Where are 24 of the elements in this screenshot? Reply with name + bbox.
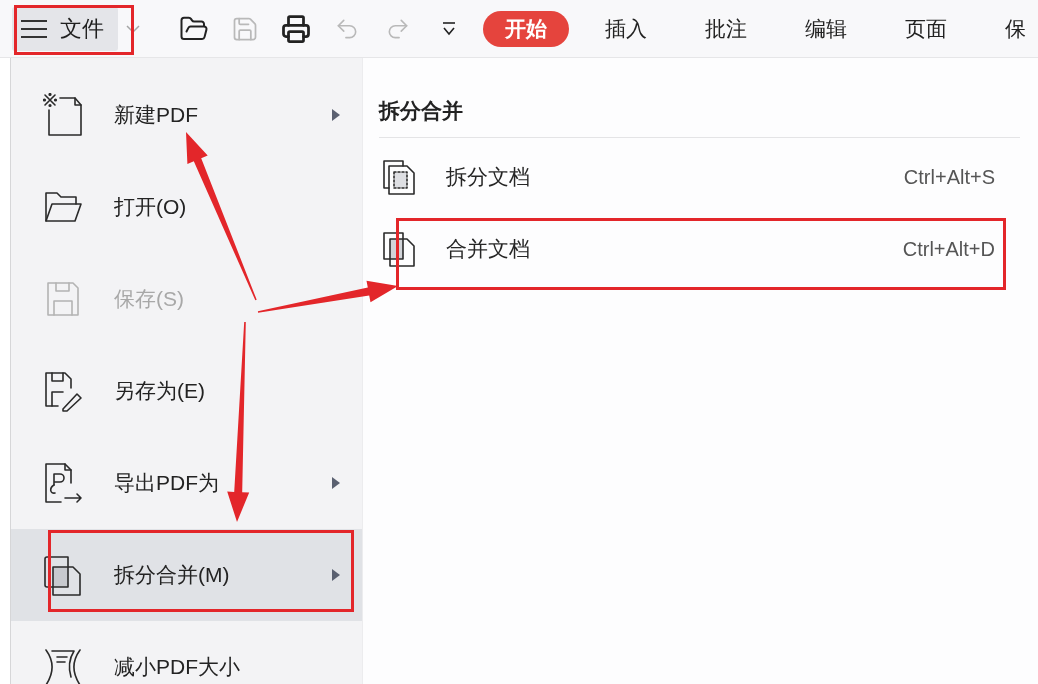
menu-item[interactable]: 新建PDF xyxy=(11,69,362,161)
submenu-item[interactable]: 合并文档 Ctrl+Alt+D xyxy=(379,213,1020,285)
ribbon-tab[interactable]: 开始 xyxy=(483,10,569,47)
shortcut-text: Ctrl+Alt+D xyxy=(902,237,995,262)
shortcut-text: Ctrl+Alt+S xyxy=(903,165,995,190)
ribbon-tab[interactable]: 页面 xyxy=(883,10,969,47)
ribbon-tab[interactable]: 编辑 xyxy=(783,10,869,47)
ribbon-tab[interactable]: 批注 xyxy=(683,10,769,47)
overlapping-pages-icon xyxy=(381,230,417,268)
submenu-item[interactable]: 拆分文档 Ctrl+Alt+S xyxy=(379,141,1020,213)
split-document-icon xyxy=(381,158,417,196)
printer-icon[interactable] xyxy=(281,12,311,45)
submenu-title: 拆分合并 xyxy=(379,98,464,124)
menu-item[interactable]: 导出PDF为 xyxy=(11,437,362,529)
menu-item[interactable]: 打开(O) xyxy=(11,161,362,253)
menu-item[interactable]: 另存为(E) xyxy=(11,345,362,437)
caret-icon[interactable] xyxy=(126,23,140,34)
chevron-down-icon[interactable] xyxy=(442,20,456,37)
ribbon-tab[interactable]: 保 xyxy=(983,10,1038,47)
file-menu-button[interactable]: 文件 xyxy=(12,6,118,51)
menu-item[interactable]: 拆分合并(M) xyxy=(11,529,362,621)
menu-item[interactable]: 减小PDF大小 xyxy=(11,621,362,684)
ribbon-tab[interactable]: 插入 xyxy=(583,10,669,47)
menu-icon xyxy=(20,18,48,39)
